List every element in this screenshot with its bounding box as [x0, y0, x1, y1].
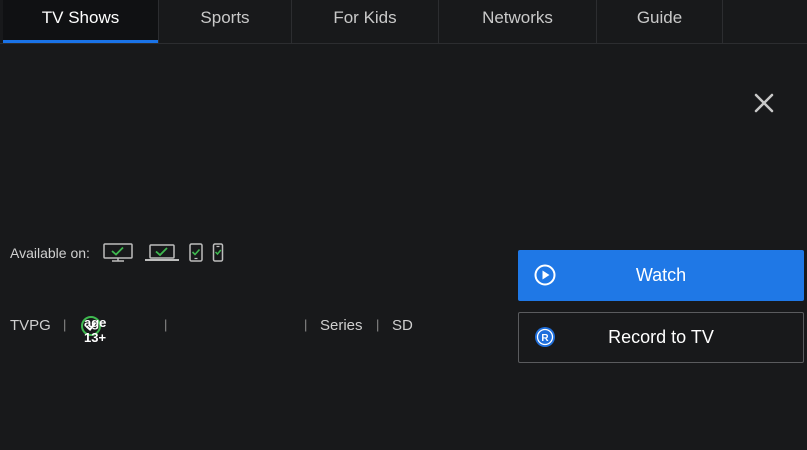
record-label: Record to TV: [608, 327, 714, 347]
program-meta-row: TVPG | age 13+ | | Series | SD: [0, 315, 500, 345]
availability-row: Available on:: [10, 243, 232, 263]
tab-guide[interactable]: Guide: [597, 0, 723, 43]
tab-sports[interactable]: Sports: [159, 0, 292, 43]
age-rating: age 13+: [84, 315, 107, 345]
tab-for-kids[interactable]: For Kids: [292, 0, 439, 43]
tv-rating: TVPG: [10, 317, 51, 334]
top-navigation: TV Shows Sports For Kids Networks Guide: [0, 0, 807, 44]
available-on-label: Available on:: [10, 245, 90, 261]
watch-button[interactable]: Watch: [518, 250, 804, 301]
age-badge: age 13+: [80, 315, 106, 345]
tab-tv-shows[interactable]: TV Shows: [3, 0, 159, 43]
tv-icon: [103, 243, 133, 262]
separator: |: [376, 317, 380, 332]
tab-networks[interactable]: Networks: [439, 0, 597, 43]
separator: |: [164, 317, 168, 332]
separator: |: [304, 317, 308, 332]
program-type: Series: [320, 317, 363, 334]
close-icon[interactable]: [752, 92, 776, 114]
record-to-tv-button[interactable]: R Record to TV: [518, 312, 804, 363]
tablet-icon: [189, 243, 203, 262]
phone-icon: [212, 243, 224, 262]
separator: |: [63, 317, 67, 332]
laptop-icon: [144, 244, 179, 261]
watch-label: Watch: [635, 265, 687, 285]
video-quality: SD: [392, 317, 413, 334]
